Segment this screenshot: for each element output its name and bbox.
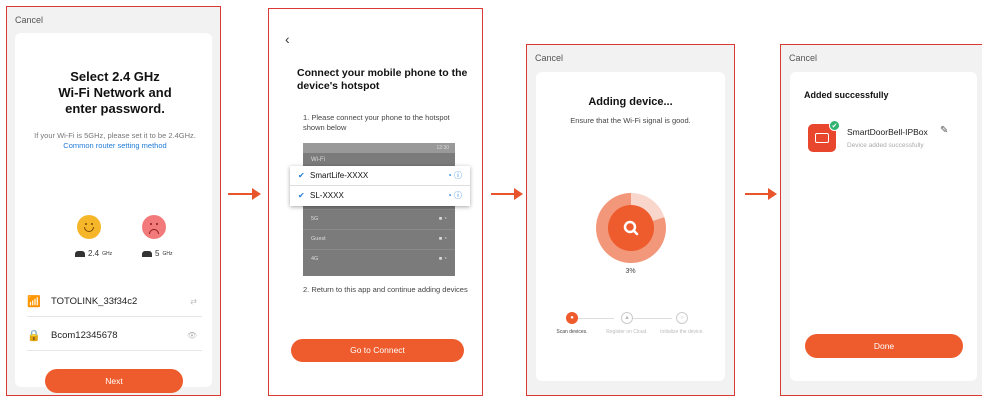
step-connector	[632, 318, 672, 319]
switch-network-icon[interactable]: ⇄	[190, 297, 197, 306]
scan-step-icon: ●	[566, 312, 578, 324]
band-unit: GHz	[162, 250, 173, 257]
sad-face-icon	[142, 215, 166, 239]
search-icon	[608, 205, 654, 251]
lock-icon: 🔒	[27, 329, 41, 342]
note-text: If your Wi-Fi is 5GHz, please set it to …	[34, 131, 196, 140]
network-name: SmartLife-XXXX	[310, 171, 369, 180]
done-button[interactable]: Done	[805, 334, 963, 358]
happy-face-icon	[77, 215, 101, 239]
progress-steps: ● ▲ ○ Scan devices. Register on Cloud. I…	[552, 312, 710, 352]
device-name: SmartDoorBell-IPBox	[847, 127, 928, 137]
title-line: enter password.	[65, 101, 165, 116]
phone-wifi-illustration: 12:30 Wi-Fi 5G ■ ◔ Guest ■ ◔ 4G ■ ◔	[303, 143, 455, 276]
band-unit: GHz	[102, 250, 113, 257]
doorbell-device-icon: ✔	[808, 120, 840, 152]
network-row[interactable]: ✔ SL-XXXX ◔ ⓘ	[290, 186, 470, 205]
status-bar: 12:30	[303, 143, 455, 153]
info-icon[interactable]: ◔ ⓘ	[447, 170, 462, 181]
cancel-button[interactable]: Cancel	[15, 15, 43, 25]
divider	[27, 350, 202, 351]
network-row[interactable]: ✔ SmartLife-XXXX ◔ ⓘ	[290, 166, 470, 185]
wifi-icon: 📶	[27, 295, 41, 308]
progress-ring	[596, 193, 666, 263]
page-title: Select 2.4 GHz Wi-Fi Network and enter p…	[15, 69, 215, 117]
step-connector	[574, 318, 614, 319]
next-button[interactable]: Next	[45, 369, 183, 393]
title-line: Select 2.4 GHz	[70, 69, 160, 84]
screen-select-wifi: Cancel Select 2.4 GHz Wi-Fi Network and …	[6, 6, 221, 396]
network-name: Guest	[311, 236, 326, 242]
wifi-header: Wi-Fi	[311, 157, 325, 163]
back-icon[interactable]: ‹	[285, 31, 290, 47]
step-label: Initialize the device.	[660, 329, 704, 335]
password-value: Bcom12345678	[51, 329, 118, 341]
screen-added-successfully: Cancel Added successfully ✔ SmartDoorBel…	[780, 44, 982, 396]
cloud-step-icon: ▲	[621, 312, 633, 324]
lock-wifi-icon: ■ ◔	[438, 216, 447, 222]
band-value: 2.4	[88, 249, 100, 258]
router-setting-link[interactable]: Common router setting method	[63, 141, 166, 150]
network-row: 5G ■ ◔	[303, 209, 455, 228]
hotspot-list-popup: ✔ SmartLife-XXXX ◔ ⓘ ✔ SL-XXXX ◔ ⓘ	[290, 166, 470, 206]
device-status: Device added successfully	[847, 142, 924, 149]
step-label: Scan devices.	[556, 329, 588, 335]
network-name: SL-XXXX	[310, 191, 344, 200]
check-icon: ✔	[298, 171, 305, 180]
page-title: Adding device...	[588, 96, 673, 108]
band-24-label: 2.4 GHz	[75, 249, 112, 258]
arrow-icon	[491, 188, 523, 200]
result-card: Added successfully ✔ SmartDoorBell-IPBox…	[790, 72, 977, 381]
subtitle: Ensure that the Wi-Fi signal is good.	[570, 116, 691, 125]
router-icon	[75, 250, 85, 257]
instruction-step2: 2. Return to this app and continue addin…	[303, 285, 468, 294]
init-step-icon: ○	[676, 312, 688, 324]
progress-percent: 3%	[625, 268, 636, 275]
wifi-ssid-field[interactable]: 📶 TOTOLINK_33f34c2 ⇄	[27, 289, 197, 313]
instruction-step1: 1. Please connect your phone to the hots…	[303, 113, 450, 132]
progress-card: Adding device... Ensure that the Wi-Fi s…	[536, 72, 725, 381]
band-value: 5	[155, 249, 160, 258]
check-icon: ✔	[298, 191, 305, 200]
title-line: Wi-Fi Network and	[58, 85, 172, 100]
network-row: Guest ■ ◔	[303, 229, 455, 248]
screen-adding-device: Cancel Adding device... Ensure that the …	[526, 44, 735, 396]
arrow-icon	[745, 188, 777, 200]
network-name: 5G	[311, 216, 319, 222]
password-field[interactable]: 🔒 Bcom12345678 👁	[27, 323, 197, 347]
check-icon: ✔	[829, 120, 840, 131]
show-password-icon[interactable]: 👁	[187, 331, 197, 340]
cancel-button[interactable]: Cancel	[789, 53, 817, 63]
step-label: Register on Cloud.	[606, 329, 648, 335]
screen-icon	[815, 133, 829, 143]
network-row: 4G ■ ◔	[303, 249, 455, 268]
band-5-label: 5 GHz	[142, 249, 172, 258]
router-icon	[142, 250, 152, 257]
divider	[27, 316, 202, 317]
cancel-button[interactable]: Cancel	[535, 53, 563, 63]
lock-wifi-icon: ■ ◔	[438, 236, 447, 242]
network-name: 4G	[311, 256, 319, 262]
page-title: Connect your mobile phone to the device'…	[297, 67, 468, 92]
wifi-form-card: Select 2.4 GHz Wi-Fi Network and enter p…	[15, 33, 215, 393]
edit-icon[interactable]: ✎	[940, 125, 948, 136]
frequency-note: If your Wi-Fi is 5GHz, please set it to …	[29, 131, 201, 151]
arrow-icon	[228, 188, 261, 200]
ssid-value: TOTOLINK_33f34c2	[51, 295, 138, 307]
go-to-connect-button[interactable]: Go to Connect	[291, 339, 464, 362]
status-time: 12:30	[436, 145, 449, 151]
info-icon[interactable]: ◔ ⓘ	[447, 190, 462, 201]
page-title: Added successfully	[804, 90, 889, 100]
lock-wifi-icon: ■ ◔	[438, 256, 447, 262]
